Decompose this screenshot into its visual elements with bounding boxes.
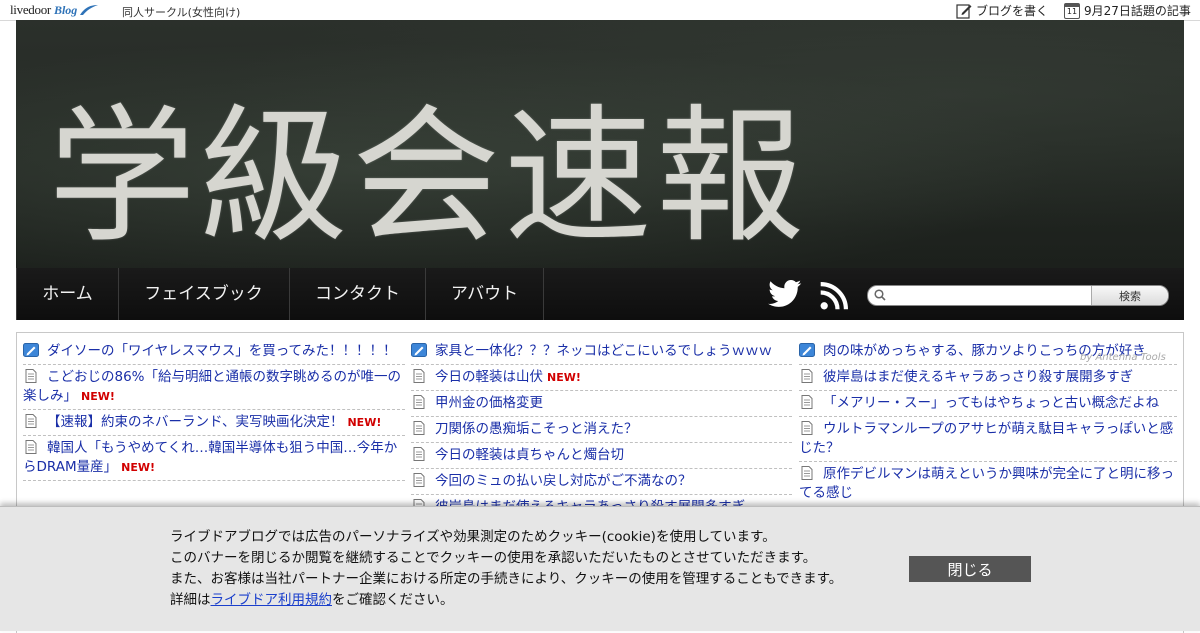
trending-topics-link[interactable]: 11 9月27日話題の記事 xyxy=(1064,2,1191,19)
cookie-line-4: 詳細はライブドア利用規約をご確認ください。 xyxy=(170,592,454,608)
main-navigation: ホーム フェイスブック コンタクト アバウト 検索 xyxy=(16,268,1184,320)
document-icon xyxy=(23,440,39,454)
cookie-close-button[interactable]: 閉じる xyxy=(909,556,1031,582)
search-button[interactable]: 検索 xyxy=(1091,286,1168,305)
logo-text: livedoor xyxy=(10,2,51,17)
new-badge: NEW! xyxy=(81,390,115,403)
article-item[interactable]: 今日の軽装は貞ちゃんと燭台切 xyxy=(411,443,792,469)
blog-category[interactable]: 同人サークル(女性向け) xyxy=(122,4,240,20)
nav-home[interactable]: ホーム xyxy=(16,268,119,320)
article-title: ダイソーの「ワイヤレスマウス」を買ってみた！！！！！ xyxy=(47,343,397,359)
cookie-line-2: このバナーを閉じるか閲覧を継続することでクッキーの使用を承認いただいたものとさせ… xyxy=(170,550,817,566)
document-icon xyxy=(23,414,39,428)
terms-of-use-link[interactable]: ライブドア利用規約 xyxy=(211,592,333,608)
article-item[interactable]: 【速報】約束のネバーランド、実写映画化決定！ NEW! xyxy=(23,410,405,436)
pen-icon xyxy=(799,343,815,357)
article-title: 今日の軽装は貞ちゃんと燭台切 xyxy=(435,447,624,463)
document-icon xyxy=(411,473,427,487)
new-badge: NEW! xyxy=(547,371,581,384)
article-title: 今回のミュの払い戻し対応がご不満なの？ xyxy=(435,473,692,489)
article-item[interactable]: 今日の軽装は山伏 NEW! xyxy=(411,365,792,391)
article-title: 甲州金の価格変更 xyxy=(435,395,543,411)
search-input[interactable] xyxy=(890,288,1086,303)
article-column-3: 肉の味がめっちゃする、豚カツよりこっちの方が好き 彼岸島はまだ使えるキャラあっさり… xyxy=(799,339,1177,507)
search-icon xyxy=(874,289,886,301)
article-title: 家具と一体化？？？ネッコはどこにいるでしょうｗｗｗ xyxy=(435,343,773,359)
calendar-icon: 11 xyxy=(1064,2,1080,19)
blog-title: 学級会速報 xyxy=(48,91,808,263)
nav-facebook[interactable]: フェイスブック xyxy=(118,268,290,320)
swoosh-icon xyxy=(80,5,99,15)
write-blog-link[interactable]: ブログを書く xyxy=(956,2,1048,19)
article-item[interactable]: 彼岸島はまだ使えるキャラあっさり殺す展開多すぎ xyxy=(799,365,1177,391)
article-item[interactable]: 韓国人「もうやめてくれ…韓国半導体も狙う中国…今年からDRAM量産」 NEW! xyxy=(23,436,405,481)
twitter-icon[interactable] xyxy=(768,280,802,308)
document-icon xyxy=(799,369,815,383)
document-icon xyxy=(411,447,427,461)
antenna-tools-watermark: by Antenna Tools xyxy=(1080,352,1166,363)
article-title: 韓国人「もうやめてくれ…韓国半導体も狙う中国…今年からDRAM量産」 xyxy=(23,440,398,475)
cookie-line-3: また、お客様は当社パートナー企業における所定の手続きにより、クッキーの使用を管理… xyxy=(170,571,843,587)
cookie-message: ライブドアブログでは広告のパーソナライズや効果測定のためクッキー(cookie)… xyxy=(170,527,842,611)
pen-icon xyxy=(23,343,39,357)
pen-icon xyxy=(411,343,427,357)
cookie-consent-banner: ライブドアブログでは広告のパーソナライズや効果測定のためクッキー(cookie)… xyxy=(0,506,1200,631)
write-blog-label: ブログを書く xyxy=(976,4,1049,18)
article-column-1: ダイソーの「ワイヤレスマウス」を買ってみた！！！！！ こどおじの86%「給与明細と… xyxy=(23,339,405,481)
document-icon xyxy=(411,369,427,383)
article-item[interactable]: 原作デビルマンは萌えというか興味が完全に了と明に移ってる感じ xyxy=(799,462,1177,507)
cookie-line-1: ライブドアブログでは広告のパーソナライズや効果測定のためクッキー(cookie)… xyxy=(170,529,776,545)
new-badge: NEW! xyxy=(347,416,382,429)
document-icon xyxy=(23,369,39,383)
document-icon xyxy=(799,421,815,435)
livedoor-topbar: livedoor Blog 同人サークル(女性向け) ブログを書く 11 9月2… xyxy=(0,0,1200,21)
nav-about[interactable]: アバウト xyxy=(426,268,544,320)
rss-feed-icon[interactable] xyxy=(820,282,848,310)
article-title: 【速報】約束のネバーランド、実写映画化決定！ xyxy=(47,414,344,430)
article-item[interactable]: 今回のミュの払い戻し対応がご不満なの？ xyxy=(411,469,792,495)
article-title: こどおじの86%「給与明細と通帳の数字眺めるのが唯一の楽しみ」 xyxy=(23,369,402,404)
livedoor-blog-logo[interactable]: livedoor Blog xyxy=(10,2,99,18)
article-title: 原作デビルマンは萌えというか興味が完全に了と明に移ってる感じ xyxy=(799,466,1174,501)
article-item[interactable]: 家具と一体化？？？ネッコはどこにいるでしょうｗｗｗ xyxy=(411,339,792,365)
article-item[interactable]: 甲州金の価格変更 xyxy=(411,391,792,417)
article-item[interactable]: 刀関係の愚痴垢こそっと消えた？ xyxy=(411,417,792,443)
article-title: 「メアリー・スー」ってもはやちょっと古い概念だよね xyxy=(823,395,1160,411)
document-icon xyxy=(411,421,427,435)
article-title: 彼岸島はまだ使えるキャラあっさり殺す展開多すぎ xyxy=(823,369,1134,385)
article-item[interactable]: こどおじの86%「給与明細と通帳の数字眺めるのが唯一の楽しみ」 NEW! xyxy=(23,365,405,410)
edit-icon xyxy=(956,3,972,19)
article-title: 今日の軽装は山伏 xyxy=(435,369,543,385)
article-title: ウルトラマンループのアサヒが萌え駄目キャラっぽいと感じた？ xyxy=(799,421,1174,456)
trending-topics-label: 9月27日話題の記事 xyxy=(1084,4,1191,18)
blog-header-banner[interactable]: 学級会速報 xyxy=(16,20,1184,268)
article-column-2: 家具と一体化？？？ネッコはどこにいるでしょうｗｗｗ 今日の軽装は山伏 NEW! 甲州金… xyxy=(411,339,792,521)
article-item[interactable]: 「メアリー・スー」ってもはやちょっと古い概念だよね xyxy=(799,391,1177,417)
article-item[interactable]: ダイソーの「ワイヤレスマウス」を買ってみた！！！！！ xyxy=(23,339,405,365)
new-badge: NEW! xyxy=(121,461,155,474)
document-icon xyxy=(799,395,815,409)
document-icon xyxy=(411,395,427,409)
document-icon xyxy=(799,466,815,480)
logo-blog-text: Blog xyxy=(53,2,78,17)
search-box: 検索 xyxy=(867,285,1169,306)
article-item[interactable]: ウルトラマンループのアサヒが萌え駄目キャラっぽいと感じた？ xyxy=(799,417,1177,462)
nav-contact[interactable]: コンタクト xyxy=(290,268,426,320)
article-title: 刀関係の愚痴垢こそっと消えた？ xyxy=(435,421,638,437)
